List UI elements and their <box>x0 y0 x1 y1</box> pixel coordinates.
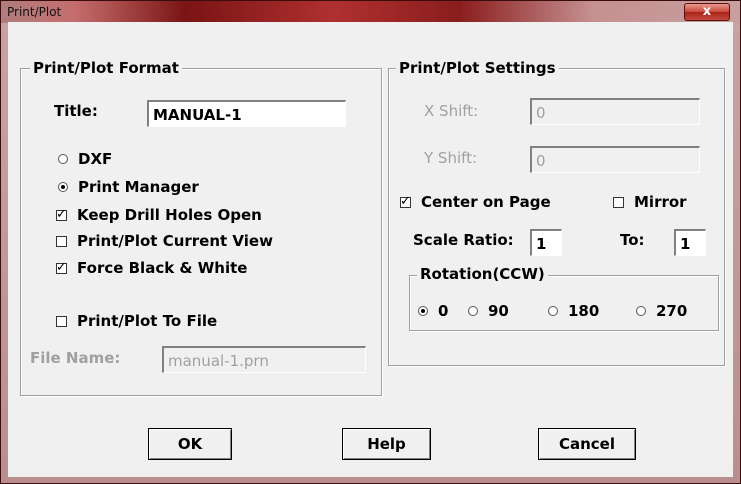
file-name-input[interactable]: manual-1.prn <box>162 346 366 373</box>
ok-button[interactable]: OK <box>148 428 232 460</box>
rotation-0-radio-button[interactable] <box>418 306 428 316</box>
mirror-label: Mirror <box>634 193 687 211</box>
help-button[interactable]: Help <box>342 428 431 460</box>
close-button[interactable]: x <box>684 3 730 21</box>
black-white-label: Force Black & White <box>77 259 248 277</box>
current-view-box[interactable] <box>56 235 67 247</box>
rotation-270-radio[interactable]: 270 <box>636 302 687 320</box>
scale-ratio-label: Scale Ratio: <box>413 231 514 249</box>
x-shift-label: X Shift: <box>424 102 479 120</box>
rotation-label: Rotation(CCW) <box>417 265 548 283</box>
print-manager-label: Print Manager <box>78 178 199 196</box>
scale-ratio-input[interactable]: 1 <box>530 229 562 256</box>
keep-drill-holes-label: Keep Drill Holes Open <box>77 206 262 224</box>
dialog-body: Print/Plot Format Title: MANUAL-1 DXF Pr… <box>8 22 733 477</box>
to-file-checkbox[interactable]: Print/Plot To File <box>56 312 217 330</box>
to-label: To: <box>620 231 645 249</box>
to-file-box[interactable] <box>56 315 67 327</box>
title-label: Title: <box>54 102 98 120</box>
print-manager-radio[interactable]: Print Manager <box>58 178 199 196</box>
y-shift-label: Y Shift: <box>424 149 478 167</box>
rotation-90-radio-button[interactable] <box>468 306 478 316</box>
black-white-box[interactable] <box>56 259 67 275</box>
rotation-270-label: 270 <box>656 302 688 320</box>
center-on-page-box[interactable] <box>400 193 411 209</box>
rotation-180-radio-button[interactable] <box>548 306 558 316</box>
print-manager-radio-button[interactable] <box>58 182 68 192</box>
rotation-0-label: 0 <box>438 302 449 320</box>
keep-drill-holes-box[interactable] <box>56 206 67 222</box>
rotation-180-radio[interactable]: 180 <box>548 302 599 320</box>
close-icon: x <box>702 4 712 19</box>
y-shift-input[interactable]: 0 <box>530 146 700 173</box>
to-input[interactable]: 1 <box>674 229 706 256</box>
center-on-page-checkbox[interactable]: Center on Page <box>400 193 551 211</box>
rotation-270-radio-button[interactable] <box>636 306 646 316</box>
dxf-radio[interactable]: DXF <box>58 150 112 168</box>
dxf-label: DXF <box>78 150 113 168</box>
print-plot-format-label: Print/Plot Format <box>30 59 182 77</box>
black-white-checkbox[interactable]: Force Black & White <box>56 259 247 277</box>
rotation-90-radio[interactable]: 90 <box>468 302 509 320</box>
to-file-label: Print/Plot To File <box>77 312 218 330</box>
cancel-button[interactable]: Cancel <box>538 428 636 460</box>
rotation-90-label: 90 <box>488 302 509 320</box>
print-plot-settings-label: Print/Plot Settings <box>396 59 559 77</box>
center-on-page-label: Center on Page <box>421 193 551 211</box>
file-name-label: File Name: <box>30 349 121 367</box>
dxf-radio-button[interactable] <box>58 154 68 164</box>
window-title: Print/Plot <box>7 5 62 19</box>
x-shift-input[interactable]: 0 <box>530 98 700 125</box>
title-input[interactable]: MANUAL-1 <box>147 100 346 127</box>
rotation-180-label: 180 <box>568 302 600 320</box>
current-view-label: Print/Plot Current View <box>77 232 273 250</box>
rotation-0-radio[interactable]: 0 <box>418 302 448 320</box>
mirror-checkbox[interactable]: Mirror <box>613 193 687 211</box>
mirror-box[interactable] <box>613 196 624 208</box>
keep-drill-holes-checkbox[interactable]: Keep Drill Holes Open <box>56 206 262 224</box>
current-view-checkbox[interactable]: Print/Plot Current View <box>56 232 273 250</box>
title-bar[interactable]: Print/Plot x <box>1 1 740 23</box>
